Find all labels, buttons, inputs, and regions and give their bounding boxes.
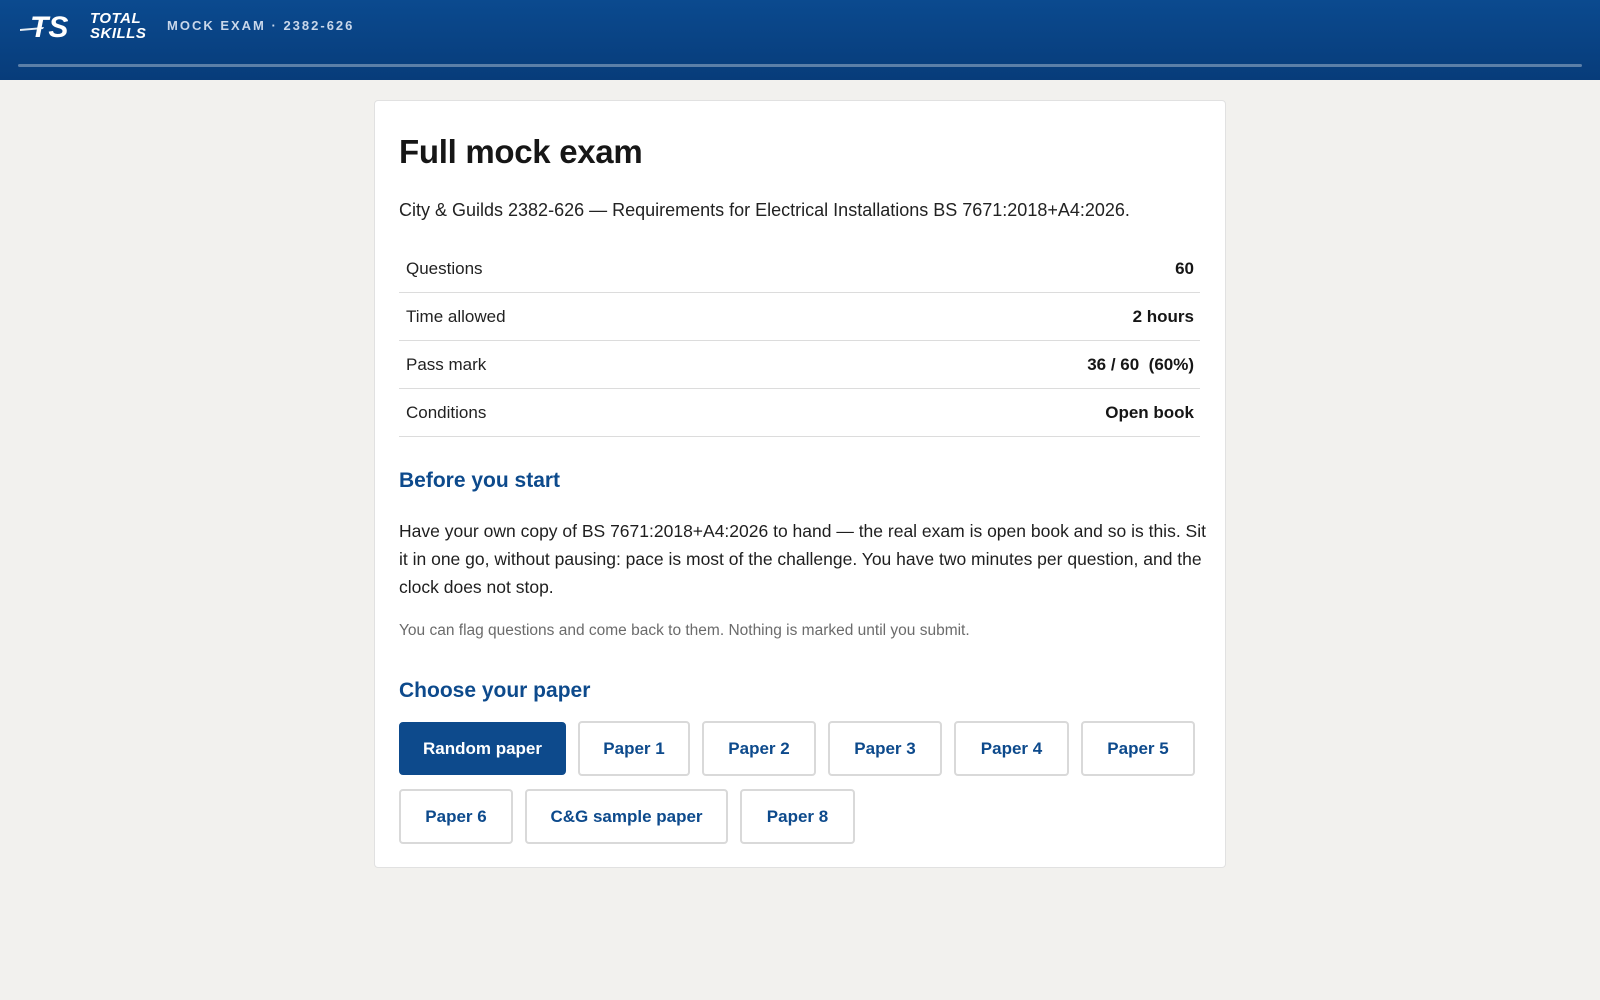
fact-value: 36 / 60 (60%) xyxy=(1087,354,1194,374)
before-you-start-heading: Before you start xyxy=(399,469,561,492)
logo-line-2: SKILLS xyxy=(90,25,147,42)
paper-6-button[interactable]: Paper 6 xyxy=(399,789,513,844)
paper-options: Random paper Paper 1 Paper 2 Paper 3 Pap… xyxy=(399,721,1209,844)
exam-subtitle: City & Guilds 2382-626 — Requirements fo… xyxy=(399,200,1130,220)
top-bar: TS TOTAL SKILLS MOCK EXAM · 2382-626 xyxy=(0,0,1600,80)
exam-intro-card: Full mock exam City & Guilds 2382-626 — … xyxy=(374,100,1226,868)
flagging-note: You can flag questions and come back to … xyxy=(399,622,970,639)
svg-text:TS: TS xyxy=(30,11,68,42)
progress-track xyxy=(18,64,1582,67)
choose-paper-heading: Choose your paper xyxy=(399,679,591,702)
fact-row-conditions: Conditions Open book xyxy=(399,389,1200,437)
total-skills-logo[interactable]: TS TOTAL SKILLS xyxy=(20,10,146,42)
fact-label: Questions xyxy=(406,258,483,278)
page-title: Full mock exam xyxy=(399,133,643,170)
logo-line-1: TOTAL xyxy=(90,10,142,27)
before-you-start-text: Have your own copy of BS 7671:2018+A4:20… xyxy=(399,521,1206,597)
paper-1-button[interactable]: Paper 1 xyxy=(578,721,690,776)
fact-label: Pass mark xyxy=(406,354,487,374)
paper-5-button[interactable]: Paper 5 xyxy=(1081,721,1195,776)
logo-wordmark: TOTAL SKILLS xyxy=(90,11,146,41)
breadcrumb: MOCK EXAM · 2382-626 xyxy=(167,18,355,33)
paper-4-button[interactable]: Paper 4 xyxy=(954,721,1069,776)
fact-label: Conditions xyxy=(406,402,487,422)
paper-3-button[interactable]: Paper 3 xyxy=(828,721,942,776)
random-paper-button[interactable]: Random paper xyxy=(399,722,566,775)
fact-value: Open book xyxy=(1105,402,1194,422)
paper-2-button[interactable]: Paper 2 xyxy=(702,721,816,776)
fact-value: 2 hours xyxy=(1132,306,1194,326)
fact-row-pass-mark: Pass mark 36 / 60 (60%) xyxy=(399,341,1200,389)
fact-value: 60 xyxy=(1175,258,1194,278)
exam-facts-table: Questions 60 Time allowed 2 hours Pass m… xyxy=(399,245,1200,437)
paper-8-button[interactable]: Paper 8 xyxy=(740,789,855,844)
fact-row-questions: Questions 60 xyxy=(399,245,1200,293)
ts-logo-icon: TS xyxy=(20,11,68,42)
fact-row-time-allowed: Time allowed 2 hours xyxy=(399,293,1200,341)
cg-sample-paper-button[interactable]: C&G sample paper xyxy=(525,789,728,844)
fact-label: Time allowed xyxy=(406,306,506,326)
